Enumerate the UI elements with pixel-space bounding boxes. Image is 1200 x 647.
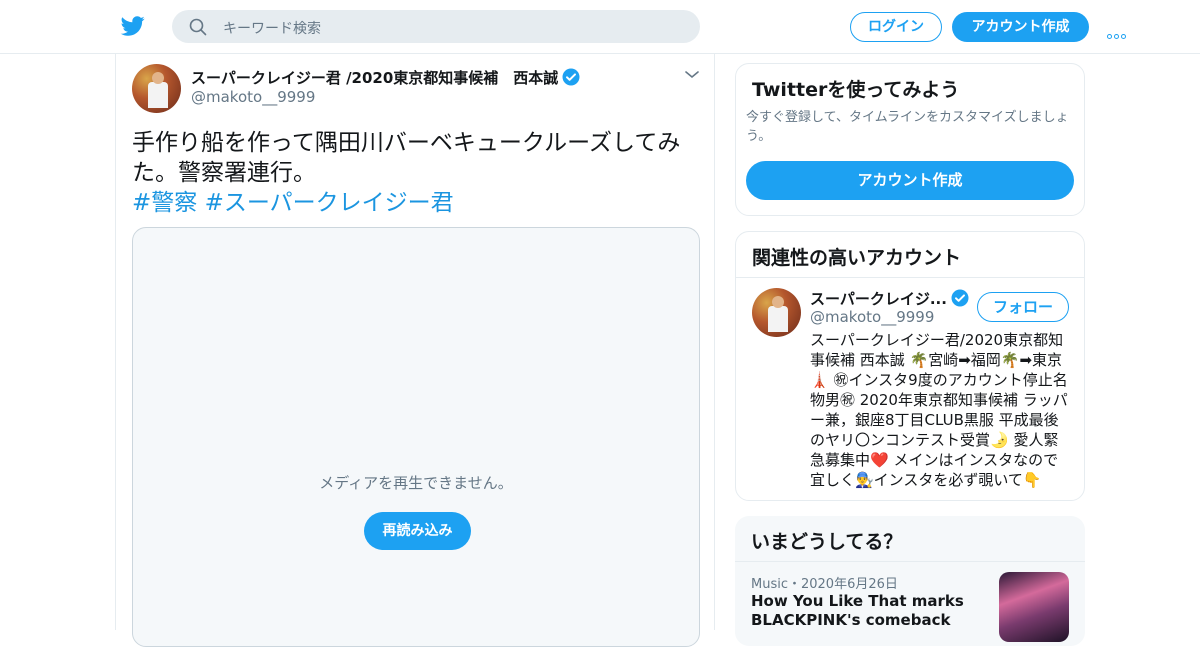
signup-button[interactable]: アカウント作成 (952, 12, 1089, 42)
trend-item-thumbnail[interactable] (999, 572, 1069, 642)
related-accounts-card: 関連性の高いアカウント スーパークレイジ... @makoto__9999 フォ… (735, 231, 1085, 501)
media-player[interactable]: メディアを再生できません。 再読み込み (132, 227, 700, 647)
tweet-author-name[interactable]: スーパークレイジー君 /2020東京都知事候補 西本誠 (191, 67, 580, 88)
search-placeholder: キーワード検索 (223, 21, 321, 37)
chevron-down-icon[interactable] (685, 70, 699, 80)
signup-card-description: 今すぐ登録して、タイムラインをカスタマイズしましょう。 (746, 110, 1069, 144)
related-header: 関連性の高いアカウント (736, 232, 1084, 278)
trends-title: いまどうしてる？ (751, 531, 903, 553)
verified-badge-icon (562, 68, 580, 86)
media-error-message: メディアを再生できません。 (319, 474, 513, 492)
trends-header: いまどうしてる？ (735, 516, 1085, 562)
signup-card-title: Twitterを使ってみよう (752, 79, 960, 101)
related-account-handle[interactable]: @makoto__9999 (810, 308, 934, 326)
tweet-column: スーパークレイジー君 /2020東京都知事候補 西本誠 @makoto__999… (115, 54, 715, 647)
follow-button[interactable]: フォロー (977, 292, 1069, 322)
more-options-icon[interactable] (1107, 24, 1131, 39)
top-navigation-bar: キーワード検索 ログイン アカウント作成 (0, 0, 1200, 54)
related-account-name[interactable]: スーパークレイジ... (810, 288, 969, 309)
reload-button[interactable]: 再読み込み (364, 512, 471, 550)
tweet-author-handle[interactable]: @makoto__9999 (191, 88, 315, 106)
signup-card-button[interactable]: アカウント作成 (746, 161, 1074, 200)
related-account-bio: スーパークレイジー君/2020東京都知事候補 西本誠 🌴宮崎➡福岡🌴➡東京🗼 ㊗… (810, 331, 1068, 489)
search-input[interactable]: キーワード検索 (172, 10, 700, 43)
author-avatar[interactable] (132, 64, 181, 113)
verified-badge-icon (951, 289, 969, 307)
tweet-text: 手作り船を作って隅田川バーベキュークルーズしてみた。警察署連行。 (132, 130, 681, 186)
related-account-avatar[interactable] (752, 288, 801, 337)
signup-card: Twitterを使ってみよう 今すぐ登録して、タイムラインをカスタマイズしましょ… (735, 63, 1085, 216)
trend-item-title[interactable]: How You Like That marks BLACKPINK's come… (751, 592, 981, 630)
trend-item-meta: Music・2020年6月26日 (751, 577, 898, 592)
tweet-hashtags[interactable]: #警察 #スーパークレイジー君 (132, 188, 454, 218)
search-icon (189, 18, 207, 36)
related-account-name-text: スーパークレイジ... (810, 290, 947, 308)
login-button[interactable]: ログイン (850, 12, 942, 42)
trends-card: いまどうしてる？ Music・2020年6月26日 How You Like T… (735, 516, 1085, 646)
twitter-bird-icon[interactable] (120, 14, 146, 38)
author-name-text: スーパークレイジー君 /2020東京都知事候補 西本誠 (191, 69, 559, 87)
related-title: 関連性の高いアカウント (752, 247, 962, 269)
